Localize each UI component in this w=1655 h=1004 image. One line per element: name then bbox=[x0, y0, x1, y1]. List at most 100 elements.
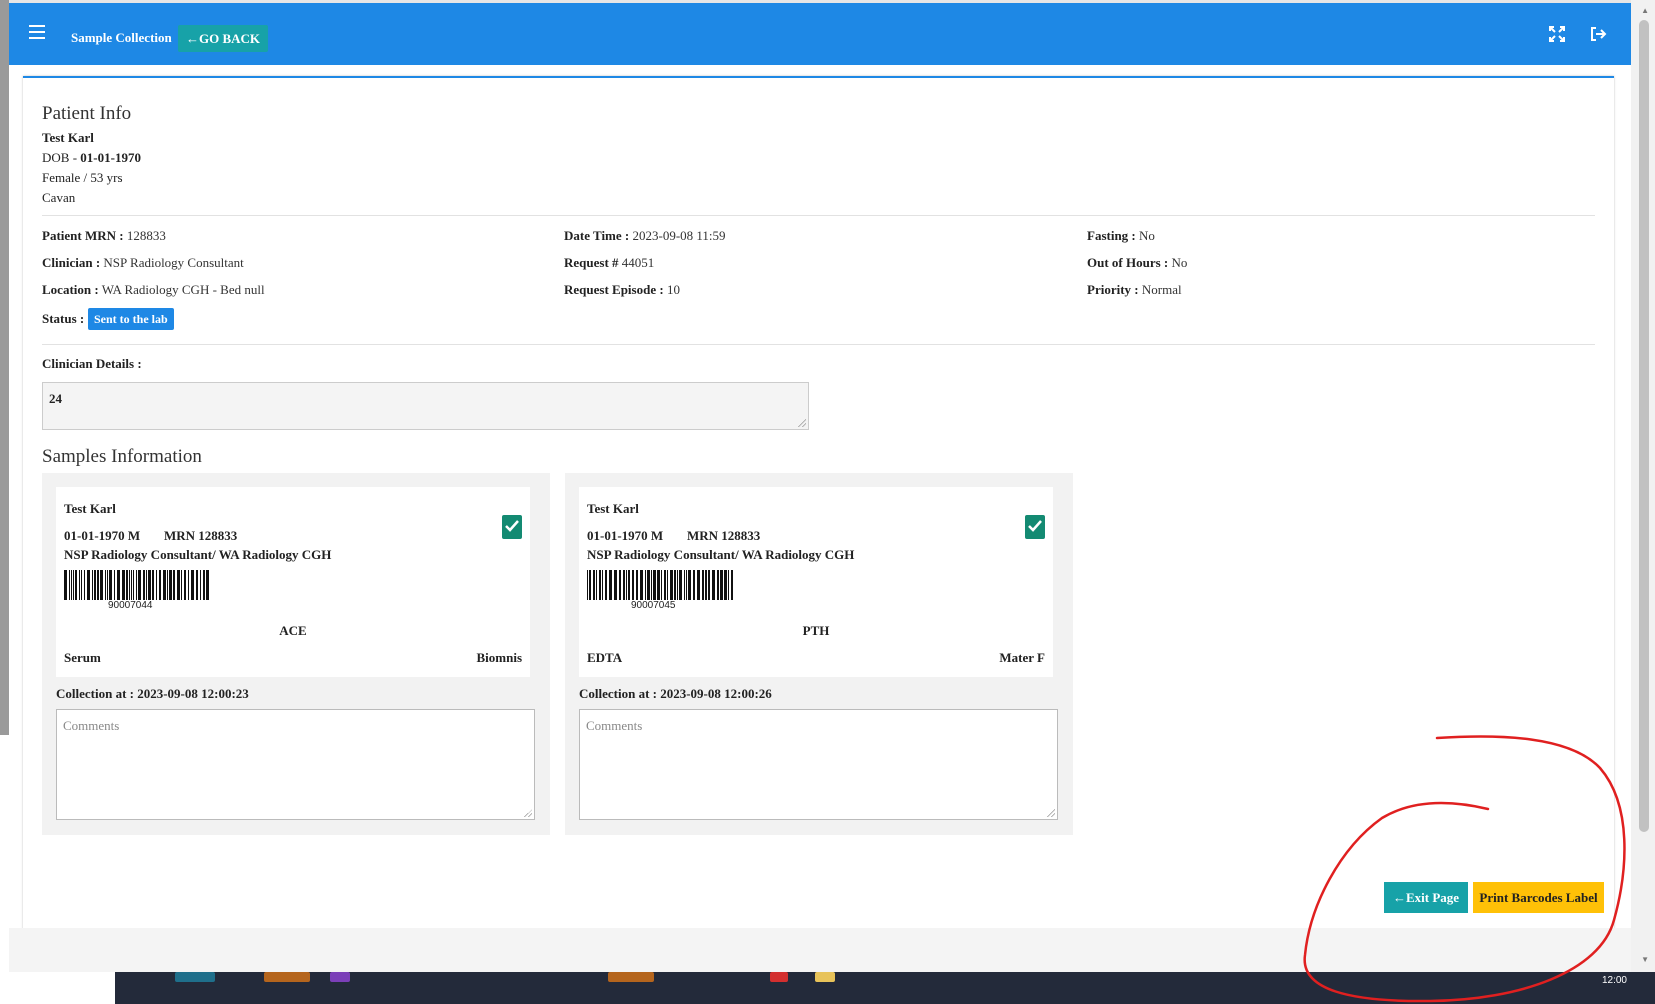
barcode-bar bbox=[728, 570, 729, 600]
taskbar-app-icon[interactable] bbox=[770, 972, 788, 982]
barcode-bar bbox=[614, 570, 617, 600]
scroll-up-arrow-icon[interactable]: ▲ bbox=[1641, 6, 1649, 15]
barcode-bar bbox=[705, 570, 707, 600]
label-mrn: MRN 128833 bbox=[687, 528, 761, 543]
barcode-bar bbox=[674, 570, 676, 600]
test-code: PTH bbox=[802, 623, 830, 638]
barcode-bar bbox=[184, 570, 186, 600]
barcode-bar bbox=[75, 570, 77, 600]
barcode-bar bbox=[129, 570, 130, 600]
scrollbar[interactable]: ▲ ▼ bbox=[1631, 0, 1655, 973]
barcode-bar bbox=[131, 570, 132, 600]
barcode-bar bbox=[679, 570, 682, 600]
barcode-bar bbox=[122, 570, 125, 600]
exit-page-button[interactable]: ←Exit Page bbox=[1384, 882, 1468, 913]
barcode-bar bbox=[677, 570, 678, 600]
resize-handle-icon[interactable] bbox=[798, 419, 806, 427]
out-of-hours: Out of Hours : No bbox=[1087, 255, 1188, 270]
barcode-bar bbox=[167, 570, 168, 600]
barcode-number: 90007044 bbox=[108, 600, 153, 611]
barcode-bar bbox=[156, 570, 157, 600]
sample-panel: Test Karl 01-01-1970 M MRN 128833 NSP Ra… bbox=[42, 473, 550, 835]
barcode-label: Test Karl 01-01-1970 M MRN 128833 NSP Ra… bbox=[56, 487, 530, 677]
barcode-bar bbox=[94, 570, 96, 600]
barcode-bar bbox=[73, 570, 74, 600]
barcode-bar bbox=[107, 570, 108, 600]
taskbar-app-icon[interactable] bbox=[608, 972, 654, 982]
expand-icon[interactable] bbox=[1548, 25, 1566, 43]
label-dob-sex: 01-01-1970 M bbox=[64, 528, 141, 543]
barcode-image bbox=[64, 570, 209, 600]
exit-page-label: Exit Page bbox=[1405, 890, 1460, 905]
barcode-bar bbox=[602, 570, 603, 600]
barcode-bar bbox=[609, 570, 612, 600]
barcode-bar bbox=[143, 570, 145, 600]
barcode-bar bbox=[697, 570, 700, 600]
barcode-bar bbox=[688, 570, 691, 600]
sample-panel: Test Karl 01-01-1970 M MRN 128833 NSP Ra… bbox=[565, 473, 1073, 835]
barcode-bar bbox=[169, 570, 172, 600]
barcode-bar bbox=[109, 570, 112, 600]
barcode-bar bbox=[64, 570, 67, 600]
collection-time: Collection at : 2023-09-08 12:00:23 bbox=[56, 686, 249, 701]
barcode-bar bbox=[138, 570, 141, 600]
barcode-bar bbox=[619, 570, 621, 600]
patient-name: Test Karl bbox=[42, 130, 94, 145]
barcode-bar bbox=[71, 570, 72, 600]
go-back-label: GO BACK bbox=[199, 31, 261, 46]
scroll-thumb[interactable] bbox=[1639, 20, 1649, 832]
status-badge: Sent to the lab bbox=[88, 308, 174, 330]
barcode-bar bbox=[177, 570, 180, 600]
label-clinician-location: NSP Radiology Consultant/ WA Radiology C… bbox=[64, 547, 332, 562]
location: Location : WA Radiology CGH - Bed null bbox=[42, 282, 265, 297]
barcode-bar bbox=[632, 570, 634, 600]
resize-handle-icon[interactable] bbox=[1047, 809, 1055, 817]
hamburger-icon[interactable] bbox=[29, 25, 45, 39]
barcode-bar bbox=[79, 570, 80, 600]
patient-county: Cavan bbox=[42, 190, 76, 205]
barcode-bar bbox=[159, 570, 161, 600]
barcode-bar bbox=[191, 570, 194, 600]
barcode-bar bbox=[731, 570, 733, 600]
priority: Priority : Normal bbox=[1087, 282, 1182, 297]
taskbar-app-icon[interactable] bbox=[264, 972, 310, 982]
taskbar-app-icon[interactable] bbox=[815, 972, 835, 982]
print-barcodes-button[interactable]: Print Barcodes Label bbox=[1473, 882, 1604, 913]
barcode-bar bbox=[708, 570, 710, 600]
barcode-bar bbox=[587, 570, 588, 600]
label-dob-sex: 01-01-1970 M bbox=[587, 528, 664, 543]
barcode-bar bbox=[181, 570, 182, 600]
sign-out-icon[interactable] bbox=[1589, 25, 1607, 43]
barcode-bar bbox=[148, 570, 151, 600]
go-back-button[interactable]: ←GO BACK bbox=[178, 25, 269, 52]
divider bbox=[42, 344, 1595, 345]
barcode-bar bbox=[653, 570, 656, 600]
barcode-bar bbox=[626, 570, 627, 600]
taskbar-app-icon[interactable] bbox=[330, 972, 350, 982]
barcode-bar bbox=[640, 570, 643, 600]
clinician-details-field[interactable]: 24 bbox=[42, 382, 809, 430]
sample-checkbox[interactable] bbox=[502, 515, 522, 539]
barcode-bar bbox=[136, 570, 137, 600]
label-mrn: MRN 128833 bbox=[164, 528, 238, 543]
barcode-bar bbox=[693, 570, 695, 600]
sample-checkbox[interactable] bbox=[1025, 515, 1045, 539]
barcode-bar bbox=[69, 570, 70, 600]
barcode-bar bbox=[664, 570, 666, 600]
comments-field[interactable]: Comments bbox=[579, 709, 1058, 820]
taskbar-app-icon[interactable] bbox=[175, 972, 215, 982]
patient-info-title: Patient Info bbox=[42, 103, 132, 124]
comments-field[interactable]: Comments bbox=[56, 709, 535, 820]
taskbar-search-area[interactable] bbox=[0, 972, 115, 1004]
barcode-bar bbox=[133, 570, 134, 600]
barcode-bar bbox=[661, 570, 662, 600]
patient-dob: DOB - 01-01-1970 bbox=[42, 150, 141, 165]
barcode-bar bbox=[196, 570, 198, 600]
barcode-bar bbox=[87, 570, 90, 600]
app-header: Sample Collection ←GO BACK bbox=[9, 3, 1631, 65]
comments-placeholder: Comments bbox=[586, 718, 643, 733]
resize-handle-icon[interactable] bbox=[524, 809, 532, 817]
divider bbox=[42, 215, 1595, 216]
barcode-bar bbox=[200, 570, 201, 600]
scroll-down-arrow-icon[interactable]: ▼ bbox=[1641, 955, 1649, 964]
